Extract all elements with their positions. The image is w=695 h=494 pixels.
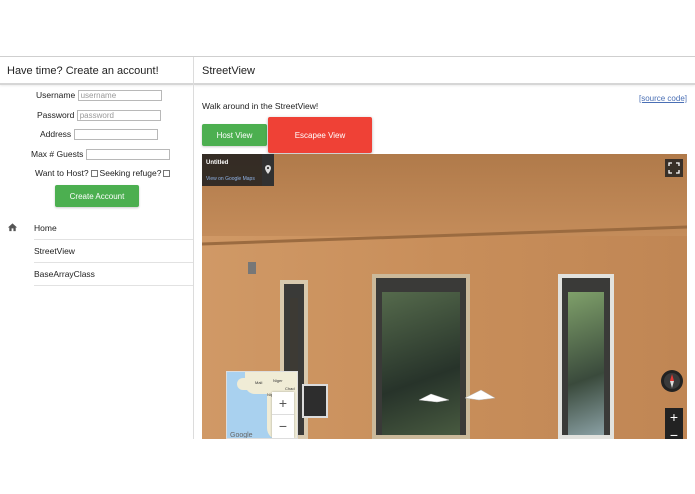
max-guests-input[interactable]: [85, 149, 170, 161]
minimap-label-chad: Chad: [285, 386, 295, 391]
streetview-zoom-in-button[interactable]: +: [665, 408, 683, 426]
streetview-viewer[interactable]: Untitled View on Google Maps + − Mali Ni…: [202, 154, 687, 439]
minimap[interactable]: Mali Niger Chad Nige Namibia + − Google: [226, 371, 298, 439]
guests-row: Max # Guests: [31, 149, 170, 161]
right-panel: StreetView [source code] Walk around in …: [194, 57, 695, 439]
door-glass: [568, 292, 604, 435]
streetview-intro-text: Walk around in the StreetView!: [202, 101, 319, 111]
seeking-refuge-checkbox[interactable]: [163, 170, 171, 178]
fullscreen-icon[interactable]: [665, 159, 683, 177]
address-input[interactable]: [73, 129, 158, 141]
want-to-host-label: Want to Host?: [35, 168, 89, 178]
streetview-panel-title: StreetView: [194, 57, 695, 85]
streetview-ceiling: [202, 154, 687, 236]
left-panel: Have time? Create an account! Username P…: [0, 57, 194, 439]
minimap-zoom-in-button[interactable]: +: [272, 392, 294, 415]
navigation-arrows-icon[interactable]: [417, 388, 497, 408]
minimap-zoom-out-button[interactable]: −: [272, 415, 294, 438]
streetview-center-door: [372, 274, 470, 439]
nav-item-home[interactable]: Home: [7, 217, 193, 240]
account-panel-title: Have time? Create an account!: [0, 57, 193, 85]
max-guests-label: Max # Guests: [31, 149, 84, 159]
sidebar-nav: Home StreetView BaseArrayClass: [0, 217, 193, 286]
minimap-land-west: [237, 378, 257, 390]
app-root: Have time? Create an account! Username P…: [0, 56, 695, 439]
password-label: Password: [37, 110, 75, 120]
password-input[interactable]: [76, 110, 161, 122]
password-row: Password: [37, 110, 161, 122]
location-title: Untitled: [206, 160, 229, 166]
username-row: Username: [36, 90, 162, 102]
create-account-button[interactable]: Create Account: [55, 185, 139, 207]
checkbox-row: Want to Host? Seeking refuge?: [35, 168, 172, 178]
streetview-zoom-out-button[interactable]: −: [665, 426, 683, 439]
map-pin-icon[interactable]: [262, 154, 274, 186]
streetview-wall-fixture: [248, 262, 256, 274]
view-on-google-maps-link[interactable]: View on Google Maps: [206, 176, 255, 182]
address-row: Address: [40, 129, 158, 141]
door-glass: [382, 292, 460, 435]
nav-item-label: StreetView: [34, 246, 75, 256]
home-icon: [7, 223, 18, 232]
want-to-host-checkbox[interactable]: [90, 170, 98, 178]
streetview-keypad: [302, 384, 328, 418]
username-label: Username: [36, 90, 76, 100]
google-logo: Google: [230, 432, 253, 439]
address-label: Address: [40, 129, 72, 139]
minimap-label-niger: Niger: [273, 378, 283, 383]
minimap-zoom-control: + −: [272, 392, 294, 438]
host-view-button[interactable]: Host View: [202, 124, 267, 146]
compass-icon[interactable]: [661, 370, 683, 392]
username-input[interactable]: [77, 90, 162, 102]
nav-item-basearrayclass[interactable]: BaseArrayClass: [34, 263, 193, 286]
nav-item-label: BaseArrayClass: [34, 269, 95, 279]
streetview-zoom-control: + −: [665, 408, 683, 439]
create-account-form: Username Password Address Max # Guests W…: [0, 85, 193, 215]
seeking-refuge-label: Seeking refuge?: [99, 168, 162, 178]
minimap-label-mali: Mali: [255, 380, 263, 385]
source-code-link[interactable]: [source code]: [639, 94, 687, 103]
escapee-view-button[interactable]: Escapee View: [268, 117, 372, 153]
nav-item-label: Home: [34, 223, 57, 233]
streetview-right-door: [558, 274, 614, 439]
nav-item-streetview[interactable]: StreetView: [34, 240, 193, 263]
